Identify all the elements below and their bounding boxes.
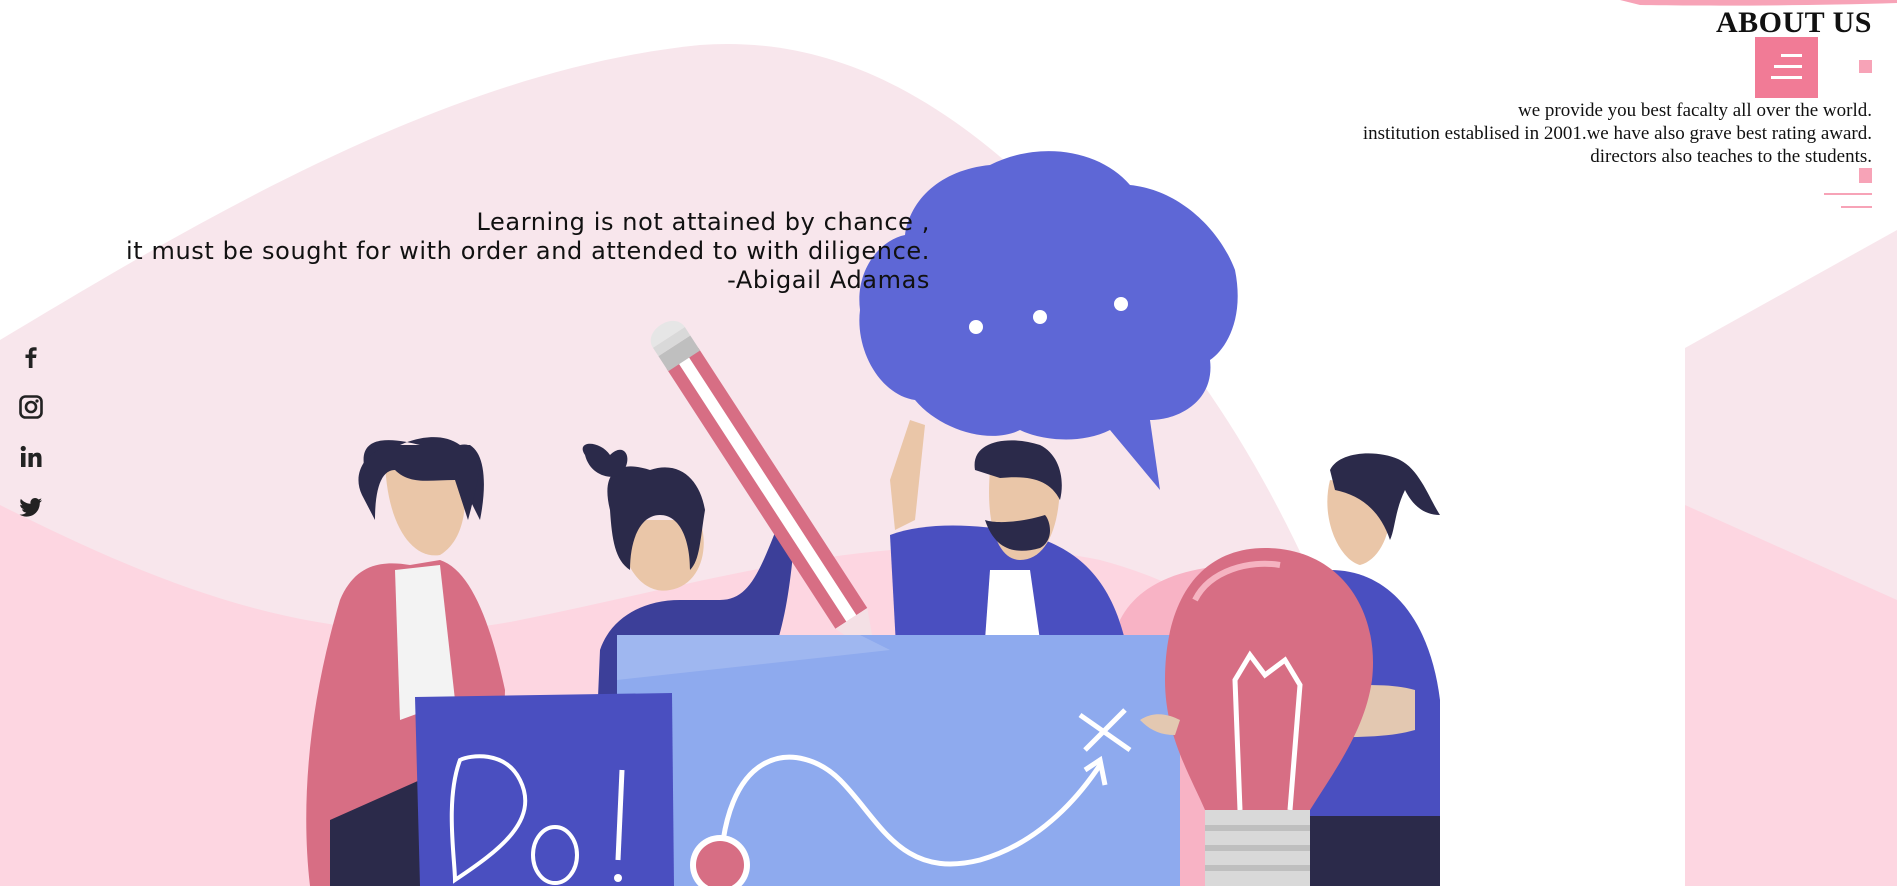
background-top-pink xyxy=(1620,0,1897,6)
quote-author: -Abigail Adamas xyxy=(727,266,930,294)
decor-line-2 xyxy=(1841,206,1872,208)
decor-square-top xyxy=(1859,60,1872,73)
social-links xyxy=(18,344,44,544)
quote-block: Learning is not attained by chance , it … xyxy=(30,208,930,295)
about-line-1: we provide you best facalty all over the… xyxy=(1517,100,1872,121)
menu-bar-1 xyxy=(1781,54,1802,57)
do-card xyxy=(415,693,674,886)
menu-bar-2 xyxy=(1774,65,1802,68)
linkedin-icon[interactable] xyxy=(18,444,44,470)
blue-board xyxy=(617,635,1180,886)
twitter-icon[interactable] xyxy=(18,494,44,520)
about-line-3: directors also teaches to the students. xyxy=(1590,146,1872,167)
about-us-heading: ABOUT US xyxy=(1716,6,1872,39)
quote-line-1: Learning is not attained by chance , xyxy=(476,208,930,236)
quote-line-2: it must be sought for with order and att… xyxy=(125,237,930,265)
about-us-text: we provide you best facalty all over the… xyxy=(1172,99,1872,168)
decor-square-bottom xyxy=(1859,168,1872,183)
menu-bar-3 xyxy=(1771,76,1802,79)
facebook-icon[interactable] xyxy=(18,344,44,370)
menu-button[interactable] xyxy=(1755,37,1818,98)
about-line-2: institution establised in 2001.we have a… xyxy=(1362,123,1872,144)
instagram-icon[interactable] xyxy=(18,394,44,420)
decor-line-1 xyxy=(1824,193,1872,195)
